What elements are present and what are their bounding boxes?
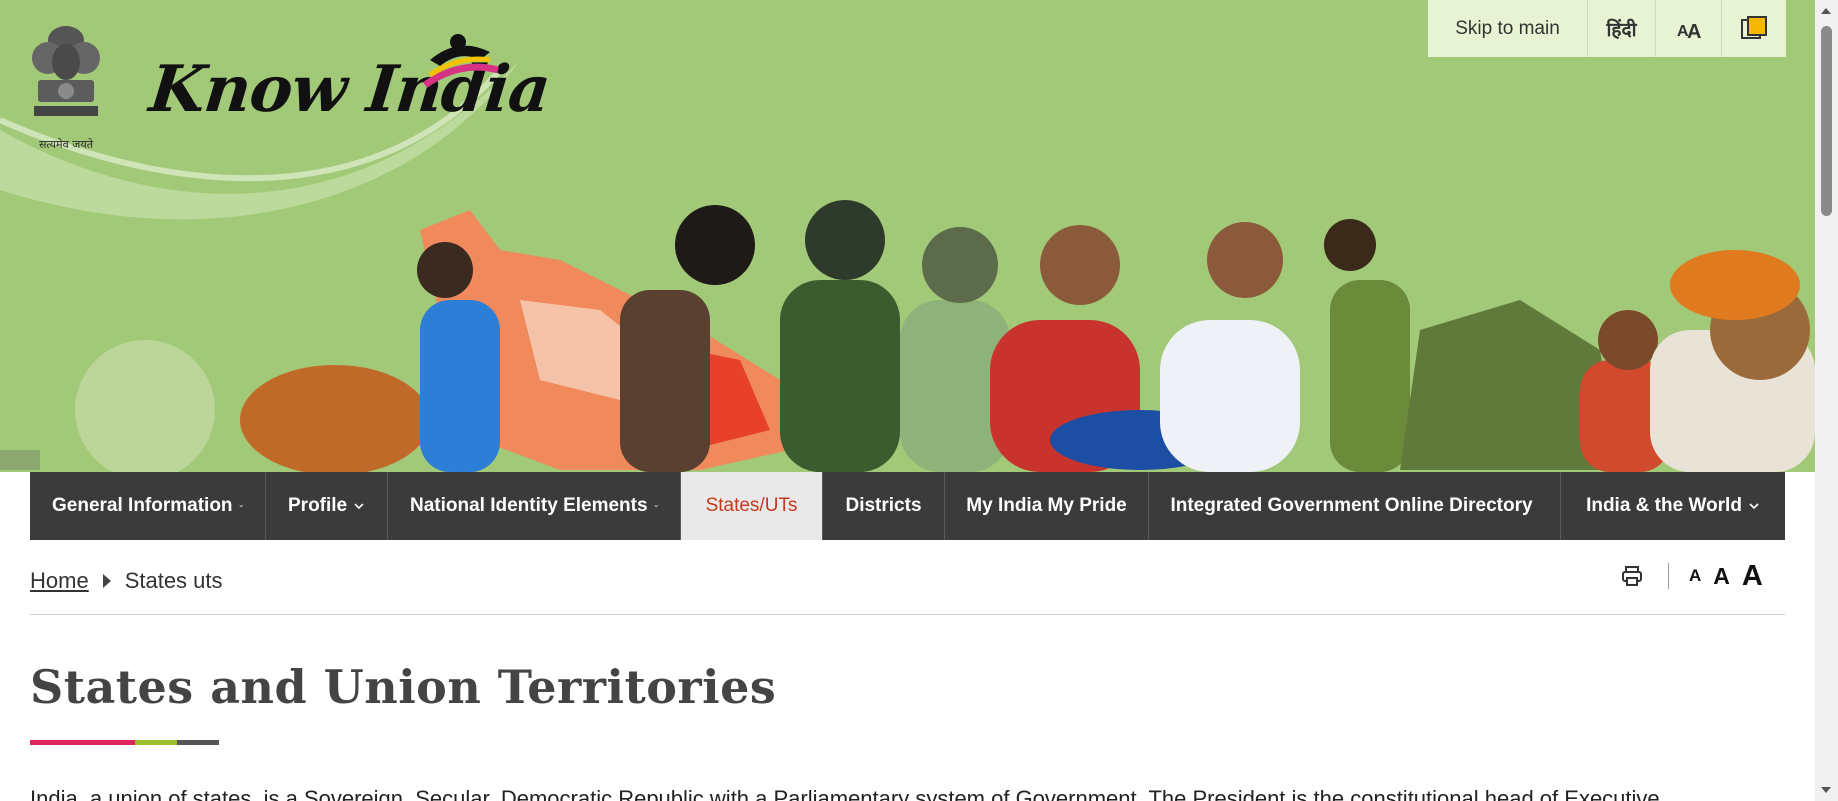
nav-label: My India My Pride xyxy=(966,495,1127,516)
font-large-button[interactable]: A xyxy=(1742,560,1763,593)
nav-national-identity-elements[interactable]: National Identity Elements xyxy=(388,472,681,540)
font-small-button[interactable]: A xyxy=(1689,566,1701,586)
font-size-icon: A A xyxy=(1677,21,1701,42)
lion-capital-icon xyxy=(32,26,100,116)
nav-label: States/UTs xyxy=(705,495,798,516)
print-icon[interactable] xyxy=(1620,564,1644,588)
header-banner: सत्यमेव जयते Know India xyxy=(0,0,1815,472)
utility-bar: Skip to main हिंदी A A xyxy=(1428,0,1786,57)
tools-divider xyxy=(1668,563,1669,589)
breadcrumb: Home States uts xyxy=(30,565,223,597)
breadcrumb-separator-icon xyxy=(102,574,111,588)
nav-label: National Identity Elements xyxy=(410,495,648,516)
skip-to-main-link[interactable]: Skip to main xyxy=(1428,0,1588,57)
page-title: States and Union Territories xyxy=(30,660,777,714)
underline-segment xyxy=(135,740,177,745)
contrast-button[interactable] xyxy=(1722,0,1786,57)
chevron-down-icon xyxy=(354,503,364,510)
nav-profile[interactable]: Profile xyxy=(266,472,388,540)
nav-label: Profile xyxy=(288,495,348,516)
national-emblem: सत्यमेव जयते xyxy=(26,18,106,152)
emblem-motto: सत्यमेव जयते xyxy=(38,138,93,151)
nav-my-india-my-pride[interactable]: My India My Pride xyxy=(945,472,1149,540)
intro-paragraph: India, a union of states, is a Sovereign… xyxy=(30,786,1660,801)
main-navigation: General Information Profile National Ide… xyxy=(30,472,1785,540)
nav-integrated-government-online-directory[interactable]: Integrated Government Online Directory xyxy=(1149,472,1561,540)
scroll-up-icon[interactable] xyxy=(1821,8,1831,14)
svg-text:A: A xyxy=(1687,21,1701,42)
nav-india-and-the-world[interactable]: India & the World xyxy=(1561,472,1785,540)
underline-segment xyxy=(177,740,219,745)
page-tools: A A A xyxy=(1620,556,1763,596)
font-size-button[interactable]: A A xyxy=(1656,0,1722,57)
underline-segment xyxy=(30,740,135,745)
scroll-down-icon[interactable] xyxy=(1821,787,1831,793)
breadcrumb-divider xyxy=(30,614,1785,615)
nav-label: Districts xyxy=(845,495,922,516)
chevron-down-icon xyxy=(239,505,243,508)
breadcrumb-current: States uts xyxy=(124,568,223,593)
breadcrumb-home-link[interactable]: Home xyxy=(30,568,89,594)
contrast-icon xyxy=(1741,15,1767,39)
scrollbar-thumb[interactable] xyxy=(1821,26,1832,216)
hindi-language-button[interactable]: हिंदी xyxy=(1588,0,1656,57)
nav-label: India & the World xyxy=(1586,495,1742,516)
nav-general-information[interactable]: General Information xyxy=(30,472,266,540)
chevron-down-icon xyxy=(654,505,658,508)
nav-districts[interactable]: Districts xyxy=(823,472,945,540)
logo-figure-icon xyxy=(422,34,499,88)
title-underline xyxy=(30,740,219,745)
nav-states-uts[interactable]: States/UTs xyxy=(681,472,823,540)
page-scrollbar[interactable] xyxy=(1815,0,1838,801)
nav-label: Integrated Government Online Directory xyxy=(1170,495,1533,516)
nav-label: General Information xyxy=(52,495,233,516)
font-medium-button[interactable]: A xyxy=(1713,563,1730,590)
chevron-down-icon xyxy=(1749,503,1759,510)
